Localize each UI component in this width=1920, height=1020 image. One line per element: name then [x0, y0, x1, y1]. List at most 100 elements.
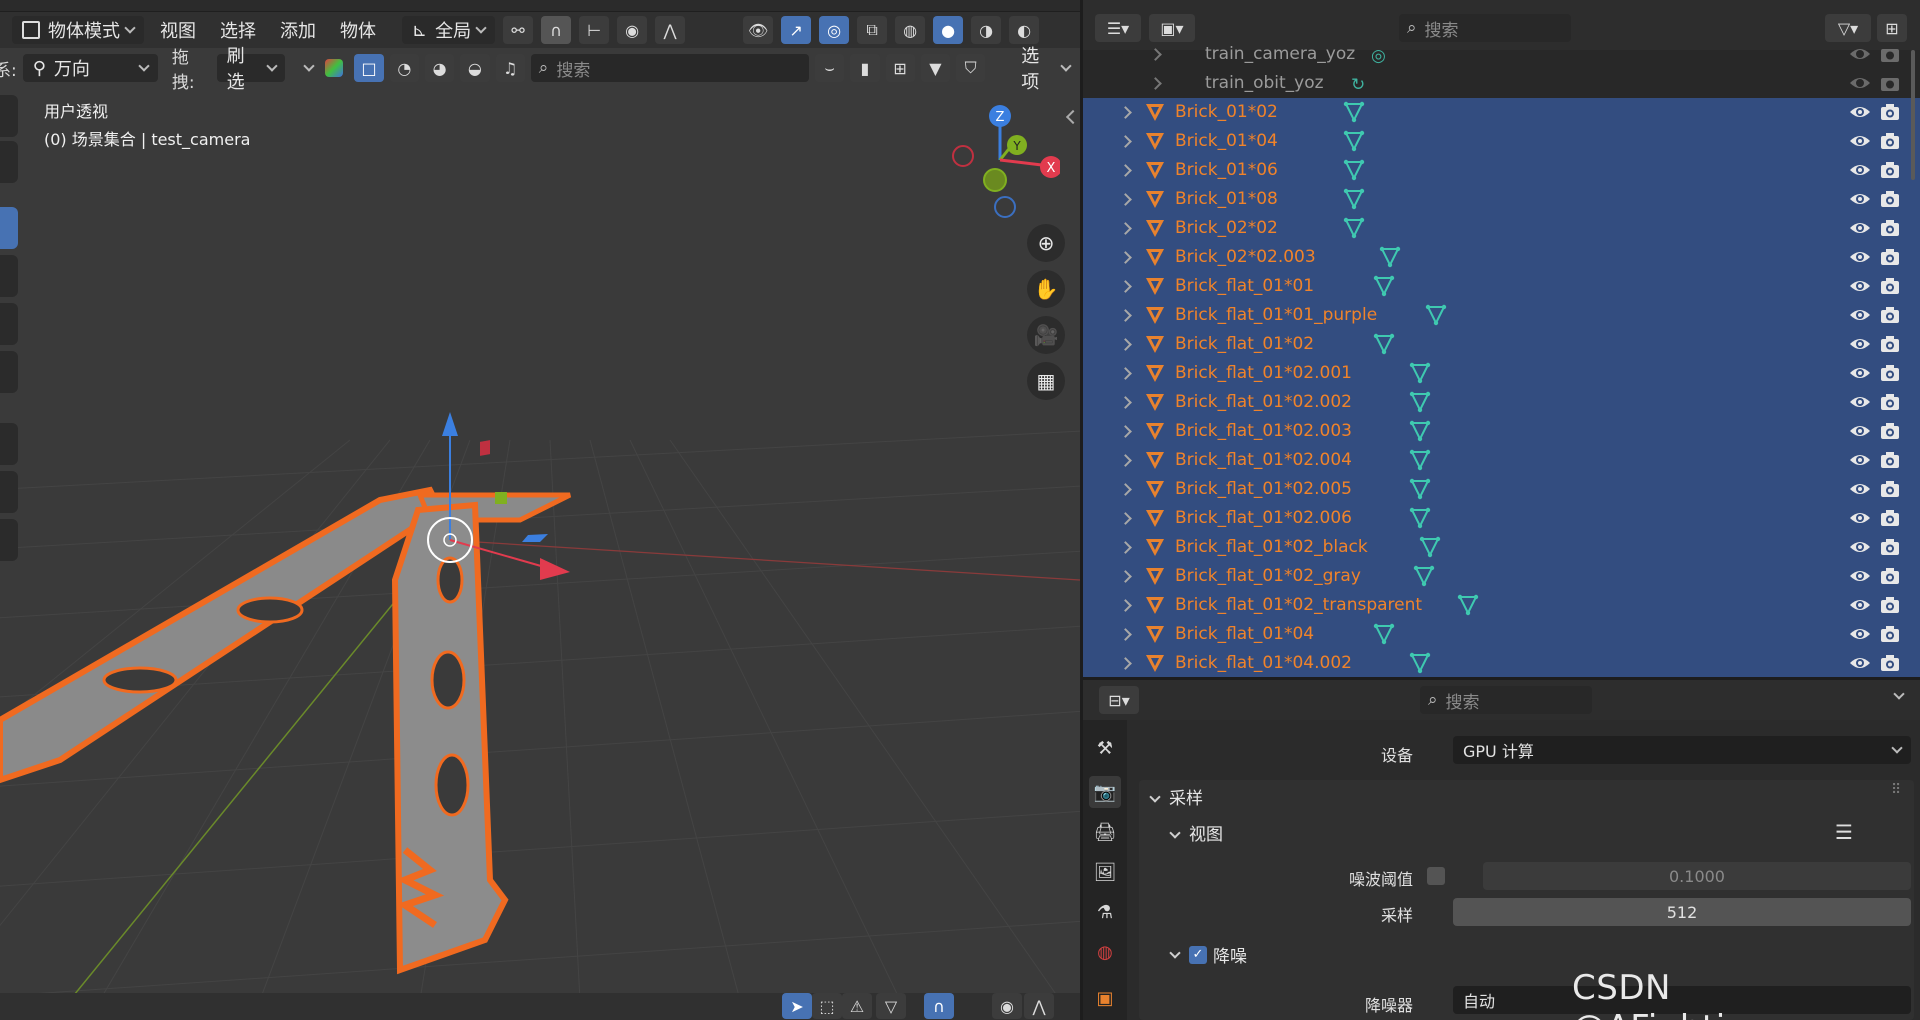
transform-gizmo[interactable]	[400, 400, 600, 600]
outliner-object-row[interactable]: Brick_flat_01*02.002	[1083, 388, 1920, 417]
camera-icon[interactable]	[1879, 160, 1901, 180]
outliner-object-row[interactable]: Brick_flat_01*02	[1083, 330, 1920, 359]
shading-rendered-icon[interactable]: ◐	[1009, 16, 1040, 44]
outliner-object-row[interactable]: Brick_01*08	[1083, 185, 1920, 214]
outliner-object-row[interactable]: Brick_flat_01*02.004	[1083, 446, 1920, 475]
camera-icon[interactable]	[1879, 247, 1901, 267]
shield-icon[interactable]: ⛉	[956, 54, 986, 82]
ortho-toggle-icon[interactable]: ▦	[1027, 362, 1065, 400]
tool-transform-icon[interactable]	[0, 351, 18, 393]
camera-icon[interactable]	[1879, 508, 1901, 528]
chevron-right-icon[interactable]	[1119, 222, 1132, 235]
eye-icon[interactable]	[1848, 247, 1872, 267]
tool-tab-icon[interactable]: ⚒	[1089, 732, 1121, 764]
chevron-right-icon[interactable]	[1119, 483, 1132, 496]
editor-type-icon[interactable]: ☰▾	[1095, 14, 1141, 42]
display-filter-icon[interactable]: ◔	[389, 54, 419, 82]
outliner-object-row[interactable]: Brick_flat_01*04	[1083, 620, 1920, 649]
pan-hand-icon[interactable]: ✋	[1027, 270, 1065, 308]
filter-icon[interactable]: ▽▾	[1825, 14, 1871, 42]
drag-mode-dropdown[interactable]: 刷选	[216, 46, 286, 93]
snap-icon[interactable]: ∩	[541, 16, 572, 44]
camera-icon[interactable]	[1879, 624, 1901, 644]
eye-icon[interactable]	[1848, 131, 1872, 151]
menu-object[interactable]: 物体	[332, 17, 384, 43]
denoise-subpanel-header[interactable]: ✓ 降噪	[1169, 942, 1247, 967]
world-tab-icon[interactable]: ◍	[1089, 936, 1121, 968]
drag-handle-icon[interactable]: ⠿	[1891, 782, 1901, 798]
eye-icon[interactable]	[1848, 450, 1872, 470]
camera-view-icon[interactable]: 🎥	[1027, 316, 1065, 354]
eye-icon[interactable]	[1848, 624, 1872, 644]
camera-icon[interactable]	[1879, 131, 1901, 151]
chevron-right-icon[interactable]	[1119, 454, 1132, 467]
eye-icon[interactable]	[1848, 276, 1872, 296]
outliner-object-row[interactable]: Brick_01*06	[1083, 156, 1920, 185]
eye-icon[interactable]	[1848, 334, 1872, 354]
outliner-object-row[interactable]: Brick_flat_01*01	[1083, 272, 1920, 301]
eye-icon[interactable]	[1848, 537, 1872, 557]
mesh-data-icon[interactable]	[1343, 159, 1365, 181]
bookmark-icon[interactable]: ▮	[850, 54, 880, 82]
chevron-right-icon[interactable]	[1119, 106, 1132, 119]
outliner-scrollbar[interactable]	[1911, 50, 1915, 180]
outliner-object-row[interactable]: Brick_flat_01*02.006	[1083, 504, 1920, 533]
menu-add[interactable]: 添加	[272, 17, 324, 43]
chevron-right-icon[interactable]	[1119, 193, 1132, 206]
mesh-data-icon[interactable]	[1409, 449, 1431, 471]
snap-target-icon[interactable]: ⊢	[579, 16, 610, 44]
box-select-icon[interactable]: ⬚	[812, 993, 842, 1019]
object-tab-icon[interactable]: ▣	[1089, 982, 1121, 1014]
menu-view[interactable]: 视图	[152, 17, 204, 43]
tool-scale-icon[interactable]	[0, 303, 18, 345]
mesh-data-icon[interactable]	[1457, 594, 1479, 616]
light-filter-icon[interactable]: ◕	[425, 54, 455, 82]
tool-measure-icon[interactable]	[0, 471, 18, 513]
chevron-right-icon[interactable]	[1119, 425, 1132, 438]
curve-icon[interactable]: ⌣	[814, 54, 845, 82]
render-tab-icon[interactable]: 📷	[1089, 776, 1121, 808]
mesh-data-icon[interactable]	[1409, 391, 1431, 413]
display-mode-icon[interactable]: ▣▾	[1149, 14, 1195, 42]
mesh-data-icon[interactable]	[1409, 507, 1431, 529]
filter-icon[interactable]: ▽	[876, 993, 906, 1019]
eye-icon[interactable]	[1848, 653, 1872, 673]
mesh-data-icon[interactable]	[1409, 652, 1431, 674]
transform-orientation-dropdown[interactable]: ⊾ 全局	[402, 16, 496, 44]
noise-threshold-field[interactable]: 0.1000	[1483, 862, 1911, 890]
mesh-data-icon[interactable]	[1413, 565, 1435, 587]
material-color-icon[interactable]	[319, 54, 348, 82]
brush-icon[interactable]: ♫	[495, 54, 525, 82]
chevron-right-icon[interactable]	[1149, 77, 1162, 90]
chevron-down-icon[interactable]	[303, 60, 315, 72]
mesh-data-icon[interactable]	[1409, 420, 1431, 442]
hierarchy-icon[interactable]: ⊞	[885, 54, 915, 82]
3d-viewport[interactable]: Z Y X 物体模式 视图 选择 添加 物体 ⊾ 全局 ⚯ ∩ ⊢ ◉ ⋀ 👁 …	[0, 0, 1080, 1020]
camera-icon[interactable]	[1879, 537, 1901, 557]
eye-icon[interactable]	[1848, 305, 1872, 325]
overlays-toggle-icon[interactable]: ◎	[819, 16, 850, 44]
eye-icon[interactable]	[1848, 102, 1872, 122]
outliner-object-row[interactable]: Brick_flat_01*01_purple	[1083, 301, 1920, 330]
gizmo-orientation-dropdown[interactable]: ⚲ 万向	[22, 54, 158, 82]
chevron-right-icon[interactable]	[1119, 541, 1132, 554]
tool-rotate-icon[interactable]	[0, 255, 18, 297]
falloff-icon[interactable]: ⋀	[655, 16, 686, 44]
output-tab-icon[interactable]: 🖨	[1089, 816, 1121, 848]
outliner-object-row[interactable]: Brick_flat_01*02_gray	[1083, 562, 1920, 591]
chevron-right-icon[interactable]	[1119, 599, 1132, 612]
chevron-right-icon[interactable]	[1119, 628, 1132, 641]
chevron-right-icon[interactable]	[1149, 48, 1162, 61]
shading-material-icon[interactable]: ◑	[971, 16, 1002, 44]
mesh-data-icon[interactable]	[1343, 130, 1365, 152]
camera-icon[interactable]	[1879, 363, 1901, 383]
visibility-selectable-icon[interactable]: 👁	[743, 16, 774, 44]
mesh-data-icon[interactable]	[1373, 275, 1395, 297]
viewport-subpanel-header[interactable]: 视图	[1169, 820, 1223, 845]
mesh-data-icon[interactable]	[1425, 304, 1447, 326]
outliner-object-row[interactable]: Brick_flat_01*02_black	[1083, 533, 1920, 562]
tool-search-input[interactable]: ⌕ 搜索	[530, 54, 809, 82]
zoom-icon[interactable]: ⊕	[1027, 224, 1065, 262]
camera-icon[interactable]	[1879, 479, 1901, 499]
options-dropdown[interactable]: 选项	[1011, 46, 1080, 93]
